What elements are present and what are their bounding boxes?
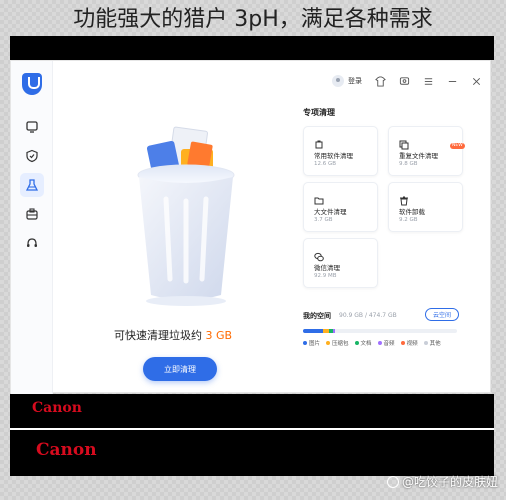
sidebar-item-monitor[interactable] — [20, 115, 44, 139]
canon-logo-upper: Canon — [32, 400, 82, 416]
card-name: 常用软件清理 — [314, 152, 353, 160]
minimize-button[interactable] — [446, 75, 458, 87]
minimize-icon — [448, 80, 456, 82]
trash-icon — [399, 191, 409, 206]
storage-bar — [303, 329, 457, 333]
skin-button[interactable] — [374, 75, 386, 87]
feedback-button[interactable] — [398, 75, 410, 87]
wechat-icon — [314, 247, 324, 262]
menu-button[interactable] — [422, 75, 434, 87]
card-uninstall[interactable]: 软件卸载 9.2 GB — [388, 182, 463, 232]
folder-icon — [314, 191, 324, 205]
card-name: 重复文件清理 — [399, 152, 438, 160]
broom-icon — [25, 179, 39, 191]
login-label: 登录 — [348, 77, 362, 85]
card-wechat[interactable]: 微信清理 92.9 MB — [303, 238, 378, 288]
login-button[interactable]: 登录 — [332, 75, 362, 87]
storage-used: 90.9 GB / 474.7 GB — [339, 312, 397, 319]
close-button[interactable] — [470, 75, 482, 87]
sidebar-item-security[interactable] — [20, 144, 44, 168]
page-caption: 功能强大的猎户 3pH，满足各种需求 — [73, 7, 433, 32]
canon-band-lower: Canon — [10, 430, 494, 476]
storage-legend: 图片 压缩包 文档 音频 视频 其他 — [303, 339, 463, 347]
bar-images — [303, 329, 323, 333]
sidebar-item-toolbox[interactable] — [20, 202, 44, 226]
legend-item: 压缩包 — [326, 339, 349, 347]
shirt-icon — [374, 75, 386, 87]
close-icon — [472, 77, 480, 85]
card-duplicate-files[interactable]: NEW 重复文件清理 9.8 GB — [388, 126, 465, 176]
watermark-icon — [386, 475, 399, 488]
clean-now-button[interactable]: 立即清理 — [143, 357, 217, 381]
card-size: 9.8 GB — [399, 161, 418, 167]
legend-item: 图片 — [303, 339, 320, 347]
storage-label: 我的空间 — [303, 312, 331, 320]
special-clean-panel: 专项清理 常用软件清理 12.6 GB NEW 重复文件清理 9.8 GB 大文… — [303, 107, 465, 347]
legend-item: 视频 — [400, 339, 418, 347]
sidebar-item-clean[interactable] — [20, 173, 44, 197]
headset-icon — [27, 238, 37, 247]
watermark-text: @吃饺子的皮肤妞 — [401, 475, 498, 489]
card-name: 软件卸载 — [399, 208, 425, 216]
title-bar: 登录 — [332, 71, 482, 91]
card-name: 大文件清理 — [314, 208, 347, 216]
legend-item: 文档 — [354, 339, 372, 347]
sidebar-item-support[interactable] — [20, 231, 44, 255]
cleanable-text: 可快速清理垃圾约 — [113, 329, 206, 342]
shield-icon — [26, 149, 38, 163]
legend-item: 音频 — [377, 339, 395, 347]
top-black-band — [10, 36, 494, 60]
duplicate-icon — [399, 135, 409, 150]
card-size: 9.2 GB — [399, 217, 418, 223]
app-window: 登录 可快速清理垃圾约 3 GB 立即清理 专项清理 常用软件清理 12.6 G… — [10, 60, 491, 394]
toolbox-icon — [26, 208, 38, 220]
card-size: 12.6 GB — [314, 161, 337, 167]
app-icon — [314, 135, 324, 149]
cloud-space-button[interactable]: 云空间 — [425, 308, 459, 321]
panel-title: 专项清理 — [303, 108, 335, 117]
canon-band-upper: Canon — [10, 394, 494, 428]
monitor-icon — [26, 121, 38, 133]
card-size: 3.7 GB — [314, 217, 333, 223]
menu-icon — [424, 77, 432, 85]
message-icon — [399, 76, 409, 85]
watermark: @吃饺子的皮肤妞 — [386, 473, 498, 490]
legend-item: 其他 — [423, 339, 441, 347]
trash-bin-illustration-icon — [137, 126, 235, 306]
canon-logo-lower: Canon — [36, 440, 97, 460]
cleanable-size: 3 GB — [205, 329, 233, 342]
card-common-software[interactable]: 常用软件清理 12.6 GB — [303, 126, 378, 176]
app-logo-icon — [22, 73, 42, 95]
card-name: 微信清理 — [314, 264, 340, 272]
bar-audio — [333, 329, 335, 333]
avatar — [332, 75, 344, 87]
sidebar — [11, 61, 53, 394]
card-large-files[interactable]: 大文件清理 3.7 GB — [303, 182, 378, 232]
card-size: 92.9 MB — [314, 273, 337, 279]
clean-main-area: 可快速清理垃圾约 3 GB 立即清理 — [53, 101, 293, 391]
new-badge: NEW — [450, 143, 465, 149]
cleanable-amount: 可快速清理垃圾约 3 GB — [53, 327, 293, 343]
